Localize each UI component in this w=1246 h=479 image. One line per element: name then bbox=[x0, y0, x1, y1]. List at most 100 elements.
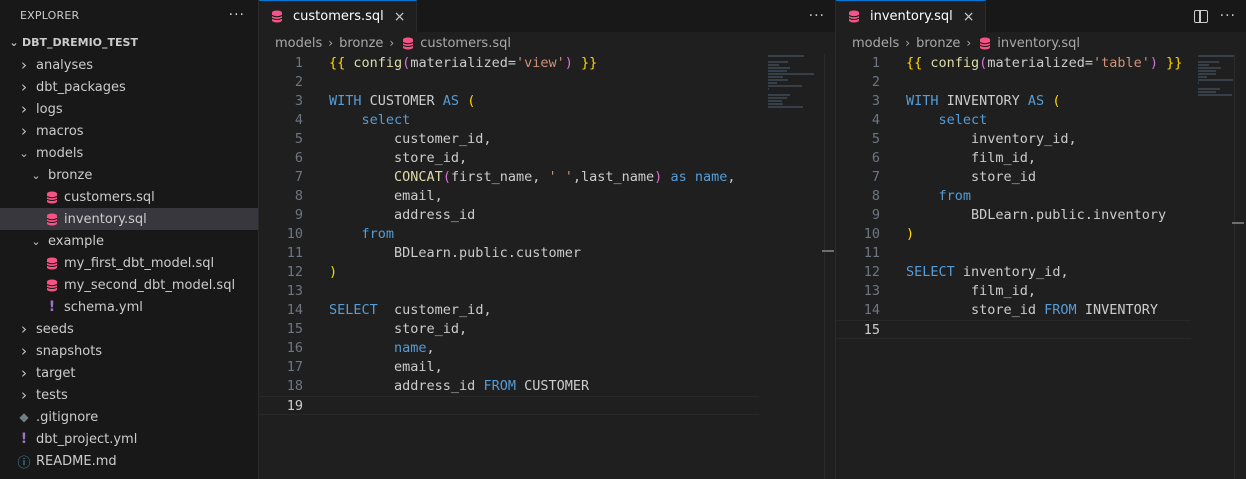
line-number: 1 bbox=[871, 55, 880, 71]
line-number: 14 bbox=[863, 302, 880, 318]
close-icon[interactable]: × bbox=[394, 9, 406, 25]
tree-item[interactable]: › snapshots bbox=[0, 340, 258, 362]
minimap-line bbox=[768, 79, 788, 81]
breadcrumb-file[interactable]: customers.sql bbox=[400, 35, 511, 51]
code-text: BDLearn.public.inventory bbox=[880, 206, 1166, 225]
code-token: , bbox=[727, 169, 736, 185]
line-number: 16 bbox=[286, 340, 303, 356]
breadcrumb-item[interactable]: models bbox=[275, 36, 322, 51]
minimap-right[interactable] bbox=[1192, 54, 1246, 479]
breadcrumb-item[interactable]: bronze bbox=[916, 36, 960, 51]
minimap-line bbox=[768, 88, 770, 90]
breadcrumb-item: inventory.sql bbox=[997, 35, 1081, 51]
tree-item-label: schema.yml bbox=[64, 299, 143, 315]
scrollbar-thumb[interactable] bbox=[1232, 222, 1244, 224]
code-token: SELECT bbox=[329, 302, 378, 318]
code-editor-right[interactable]: 1{{ config(materialized='table') }} 2 3 WIT… bbox=[836, 54, 1191, 339]
tree-item[interactable]: ⓘ README.md bbox=[0, 450, 258, 472]
minimap-line bbox=[768, 94, 790, 96]
breadcrumb: models › bronze › customers.sql bbox=[259, 32, 835, 54]
code-text: store_id FROM INVENTORY bbox=[880, 301, 1158, 320]
tree-item-label: bronze bbox=[48, 167, 93, 183]
breadcrumb-item[interactable]: bronze bbox=[339, 36, 383, 51]
minimap-line bbox=[768, 106, 804, 108]
code-line: 4 select bbox=[259, 111, 759, 130]
line-number: 8 bbox=[294, 188, 303, 204]
code-line: 9 address_id bbox=[259, 206, 759, 225]
code-line: 1{{ config(materialized='table') }} bbox=[836, 54, 1191, 73]
code-token: ( bbox=[442, 169, 451, 185]
line-number: 12 bbox=[286, 264, 303, 280]
tree-item-label: tests bbox=[36, 387, 68, 403]
tree-item[interactable]: › seeds bbox=[0, 318, 258, 340]
tab-inventory-sql[interactable]: inventory.sql × bbox=[836, 0, 986, 32]
tree-item[interactable]: ◆ .gitignore bbox=[0, 406, 258, 428]
scrollbar-thumb[interactable] bbox=[822, 250, 834, 252]
breadcrumb-file[interactable]: inventory.sql bbox=[977, 35, 1080, 51]
git-icon: ◆ bbox=[19, 410, 29, 424]
tree-item[interactable]: ! dbt_project.yml bbox=[0, 428, 258, 450]
tree-item-label: customers.sql bbox=[64, 189, 155, 205]
minimap-line bbox=[768, 73, 814, 75]
split-editor-icon[interactable] bbox=[1193, 9, 1208, 23]
explorer-title: EXPLORER bbox=[20, 8, 80, 22]
code-token: inventory_id, bbox=[906, 131, 1077, 147]
tree-item-label: example bbox=[48, 233, 104, 249]
tree-item[interactable]: ⌄ bronze bbox=[0, 164, 258, 186]
line-number: 6 bbox=[871, 150, 880, 166]
explorer-more-button[interactable]: ··· bbox=[229, 7, 245, 23]
code-text: CONCAT(first_name, ' ',last_name) as nam… bbox=[303, 168, 735, 187]
code-token: from bbox=[906, 188, 972, 204]
tree-item[interactable]: › logs bbox=[0, 98, 258, 120]
tree-item[interactable]: › macros bbox=[0, 120, 258, 142]
tree-item[interactable]: › tests bbox=[0, 384, 258, 406]
scrollbar-right[interactable] bbox=[1234, 54, 1235, 479]
tab-customers-sql[interactable]: customers.sql × bbox=[259, 0, 417, 32]
line-number: 19 bbox=[286, 398, 303, 414]
code-line: 4 select bbox=[836, 111, 1191, 130]
chevron-down-icon: ⌄ bbox=[19, 146, 29, 160]
minimap-line bbox=[768, 61, 788, 63]
code-token: CONCAT bbox=[394, 169, 443, 185]
code-token: select bbox=[329, 112, 411, 128]
close-icon[interactable]: × bbox=[963, 9, 975, 25]
line-number: 10 bbox=[286, 226, 303, 242]
code-line: 8 email, bbox=[259, 187, 759, 206]
code-token: store_id, bbox=[329, 150, 468, 166]
tree-item[interactable]: › dbt_packages bbox=[0, 76, 258, 98]
code-text: inventory_id, bbox=[880, 130, 1077, 149]
scrollbar-left[interactable] bbox=[824, 54, 825, 479]
line-number: 9 bbox=[871, 207, 880, 223]
tree-item[interactable]: ⌄ example bbox=[0, 230, 258, 252]
line-number: 13 bbox=[286, 283, 303, 299]
code-token: , bbox=[426, 340, 435, 356]
chevron-right-icon: › bbox=[328, 36, 334, 50]
code-token: 'table' bbox=[1092, 55, 1150, 71]
tree-item[interactable]: my_first_dbt_model.sql bbox=[0, 252, 258, 274]
code-token: ) bbox=[564, 55, 573, 71]
breadcrumb-item[interactable]: models bbox=[852, 36, 899, 51]
editor-more-button[interactable]: ··· bbox=[809, 8, 825, 24]
tree-item[interactable]: customers.sql bbox=[0, 186, 258, 208]
line-number: 5 bbox=[871, 131, 880, 147]
tree-item[interactable]: inventory.sql bbox=[0, 208, 258, 230]
code-line: 15 bbox=[836, 320, 1191, 339]
line-number: 4 bbox=[871, 112, 880, 128]
tree-item-label: inventory.sql bbox=[64, 211, 147, 227]
tree-item[interactable]: › target bbox=[0, 362, 258, 384]
tree-item[interactable]: ⌄ models bbox=[0, 142, 258, 164]
workspace-root[interactable]: ⌄ DBT_DREMIO_TEST bbox=[0, 30, 258, 54]
minimap-left[interactable] bbox=[762, 54, 820, 479]
code-text: {{ config(materialized='table') }} bbox=[880, 54, 1182, 73]
code-line: 3 WITH INVENTORY AS ( bbox=[836, 92, 1191, 111]
code-editor-left[interactable]: 1{{ config(materialized='view') }} 2 3 WITH… bbox=[259, 54, 759, 415]
tree-item[interactable]: › analyses bbox=[0, 54, 258, 76]
tree-item[interactable]: ! schema.yml bbox=[0, 296, 258, 318]
code-text: email, bbox=[303, 187, 443, 206]
tree-item[interactable]: my_second_dbt_model.sql bbox=[0, 274, 258, 296]
editor-more-button[interactable]: ··· bbox=[1220, 8, 1236, 24]
